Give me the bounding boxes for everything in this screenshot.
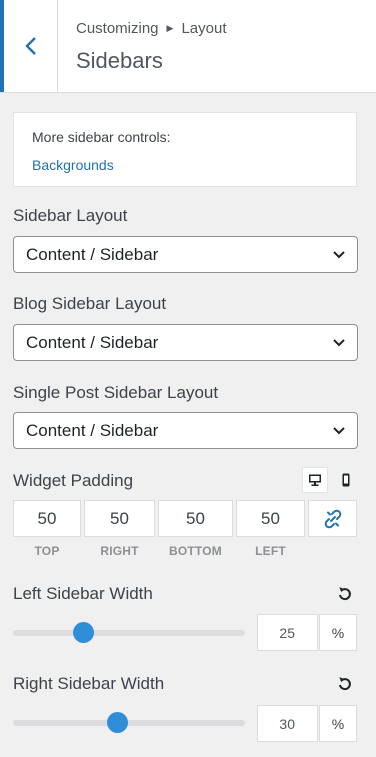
single-post-sidebar-layout-label: Single Post Sidebar Layout — [13, 383, 219, 402]
link-values-button[interactable] — [308, 500, 357, 537]
chevron-left-icon — [24, 37, 36, 55]
slider-thumb[interactable] — [107, 712, 129, 733]
slider-thumb[interactable] — [72, 622, 94, 643]
chevron-down-icon — [333, 251, 345, 259]
padding-right-input[interactable]: 50 — [84, 500, 155, 537]
link-icon — [324, 509, 341, 528]
right-sidebar-width-slider[interactable] — [13, 712, 245, 733]
notice-title: More sidebar controls: — [32, 129, 171, 145]
padding-bottom-label: BOTTOM — [169, 544, 222, 558]
more-controls-notice: More sidebar controls: Backgrounds — [13, 112, 357, 187]
desktop-device-button[interactable] — [302, 467, 328, 493]
desktop-icon — [309, 474, 321, 486]
padding-bottom-input[interactable]: 50 — [158, 500, 233, 537]
chevron-down-icon — [333, 427, 345, 435]
padding-right-label: RIGHT — [100, 544, 139, 558]
backgrounds-link[interactable]: Backgrounds — [32, 157, 114, 173]
single-post-sidebar-layout-value: Content / Sidebar — [26, 420, 159, 440]
breadcrumb-root: Customizing — [76, 20, 159, 37]
padding-left-label: LEFT — [255, 544, 286, 558]
padding-top-label: TOP — [34, 544, 60, 558]
right-sidebar-width-unit: % — [319, 705, 357, 742]
left-sidebar-width-unit: % — [319, 614, 357, 651]
blog-sidebar-layout-value: Content / Sidebar — [26, 332, 159, 352]
chevron-down-icon — [333, 339, 345, 347]
breadcrumb: Customizing ▶ Layout — [76, 20, 227, 37]
mobile-icon — [342, 473, 350, 487]
single-post-sidebar-layout-select[interactable]: Content / Sidebar — [13, 412, 358, 449]
left-sidebar-width-input[interactable]: 25 — [257, 614, 318, 651]
blog-sidebar-layout-select[interactable]: Content / Sidebar — [13, 324, 358, 361]
right-sidebar-width-label: Right Sidebar Width — [13, 674, 165, 693]
padding-left-input[interactable]: 50 — [236, 500, 305, 537]
page-title: Sidebars — [76, 48, 163, 73]
widget-padding-label: Widget Padding — [13, 471, 134, 490]
breadcrumb-separator-icon: ▶ — [166, 23, 174, 33]
left-sidebar-width-label: Left Sidebar Width — [13, 584, 153, 603]
reset-icon[interactable] — [337, 676, 353, 692]
padding-top-input[interactable]: 50 — [13, 500, 81, 537]
breadcrumb-parent: Layout — [181, 20, 227, 37]
sidebar-layout-value: Content / Sidebar — [26, 244, 159, 264]
blog-sidebar-layout-label: Blog Sidebar Layout — [13, 294, 167, 313]
mobile-device-button[interactable] — [333, 467, 359, 493]
left-sidebar-width-slider[interactable] — [13, 622, 245, 643]
reset-icon[interactable] — [337, 586, 353, 602]
sidebar-layout-label: Sidebar Layout — [13, 206, 128, 225]
right-sidebar-width-input[interactable]: 30 — [257, 705, 318, 742]
customizer-header: Customizing ▶ Layout Sidebars — [0, 0, 376, 93]
back-button[interactable] — [0, 0, 58, 92]
sidebar-layout-select[interactable]: Content / Sidebar — [13, 236, 358, 273]
